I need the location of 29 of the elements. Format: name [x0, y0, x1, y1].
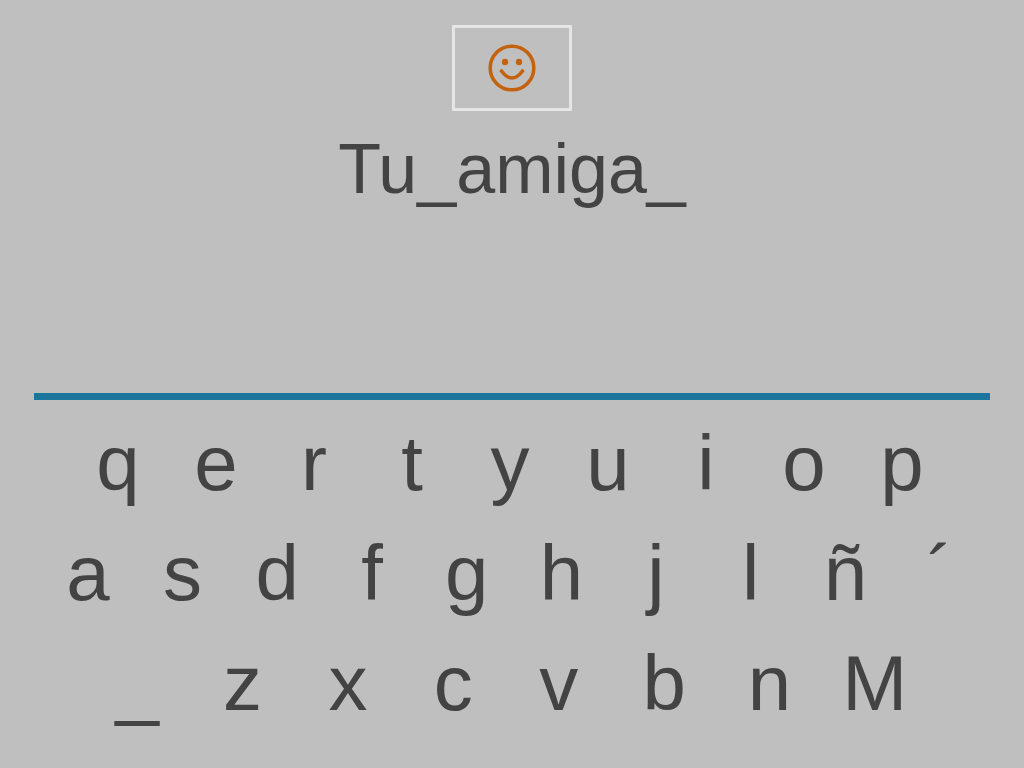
letter-key[interactable]: u [573, 408, 643, 518]
letter-key[interactable]: s [147, 518, 218, 628]
letter-key[interactable]: e [181, 408, 251, 518]
letter-key[interactable]: n [734, 628, 805, 738]
letter-key[interactable]: i [671, 408, 741, 518]
letter-key[interactable]: j [621, 518, 692, 628]
letter-key[interactable]: t [377, 408, 447, 518]
letter-key[interactable]: c [418, 628, 489, 738]
letter-key[interactable]: q [83, 408, 153, 518]
letter-key[interactable]: ´ [905, 518, 976, 628]
letter-key[interactable]: r [279, 408, 349, 518]
letter-key[interactable]: y [475, 408, 545, 518]
letter-key[interactable]: o [769, 408, 839, 518]
letter-key[interactable]: _ [102, 628, 173, 738]
word-text: Tu_amiga_ [338, 129, 686, 209]
letter-key[interactable]: d [242, 518, 313, 628]
letter-key[interactable]: ñ [810, 518, 881, 628]
letter-key[interactable]: M [839, 628, 910, 738]
letter-key[interactable]: f [336, 518, 407, 628]
letter-key[interactable]: h [526, 518, 597, 628]
letter-key[interactable]: x [312, 628, 383, 738]
letter-key[interactable]: b [629, 628, 700, 738]
letter-key[interactable]: l [715, 518, 786, 628]
letter-key[interactable]: v [523, 628, 594, 738]
letter-key[interactable]: z [207, 628, 278, 738]
letter-key[interactable]: p [867, 408, 937, 518]
letter-key[interactable]: a [52, 518, 123, 628]
letter-key[interactable]: g [431, 518, 502, 628]
smiley-face-icon [488, 44, 536, 92]
